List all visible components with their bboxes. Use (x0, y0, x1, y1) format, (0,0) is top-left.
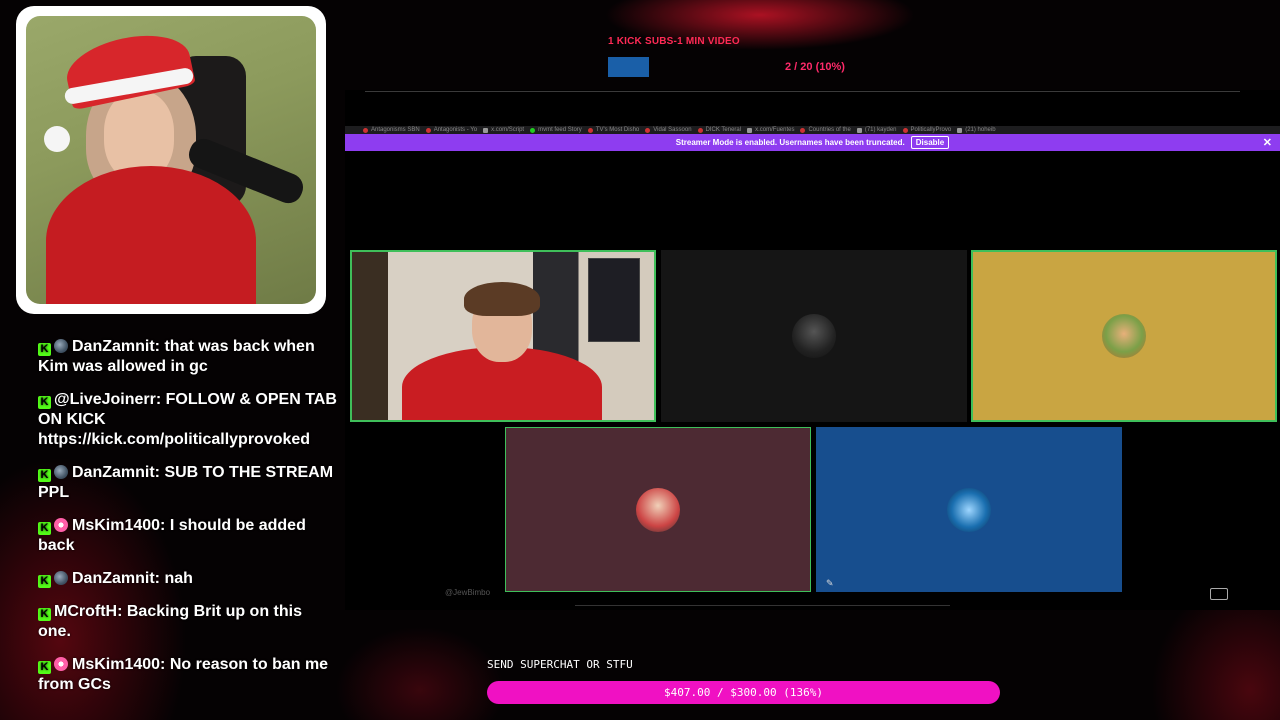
user-badge-icon (54, 518, 68, 532)
webcam-frame (16, 6, 326, 314)
youtube-icon (697, 127, 703, 133)
chat-message: K MsKim1400: I should be added back (38, 517, 306, 554)
chat-message: K MCroftH: Backing Brit up on this one. (38, 603, 302, 640)
kick-icon: K (38, 608, 51, 621)
sub-goal-progress-text: 2 / 20 (10%) (785, 61, 845, 73)
browser-tab-label: TV's Most Disho (595, 127, 640, 133)
browser-divider (365, 91, 1240, 92)
sub-goal-progress-fill (608, 57, 649, 77)
browser-tab[interactable]: Countries of the (800, 126, 851, 134)
kick-icon (530, 127, 536, 133)
youtube-icon (363, 127, 368, 133)
chat-username: DanZamnit (72, 464, 155, 481)
kick-icon: K (38, 469, 51, 482)
chat-message: K MsKim1400: No reason to ban me from GCs (38, 656, 329, 693)
user-badge-icon (54, 465, 68, 479)
chat-overlay: K DanZamnit: that was back when Kim was a… (38, 337, 338, 708)
voice-user-name: @JewBimbo (445, 588, 491, 597)
browser-tab-label: Vidal Sassoon (653, 127, 692, 133)
browser-tab-label: mvmt feed Story (538, 127, 582, 133)
chat-username: DanZamnit (72, 338, 155, 355)
chat-username: MsKim1400 (72, 517, 161, 534)
kick-icon: K (38, 575, 51, 588)
participant-tile[interactable] (816, 427, 1122, 592)
web-icon (902, 127, 908, 133)
browser-tab-label: x.com/Fuentes (755, 127, 795, 133)
browser-tab-label: (21) hoheib (965, 127, 996, 133)
participant-avatar (947, 487, 991, 532)
x-icon (957, 127, 963, 133)
superchat-goal-label: SEND SUPERCHAT OR STFU (487, 658, 633, 671)
fullscreen-icon[interactable] (1210, 588, 1228, 600)
superchat-goal-bar: $407.00 / $300.00 (136%) (487, 681, 1000, 704)
browser-tab[interactable]: mvmt feed Story (530, 126, 582, 134)
chat-message: K DanZamnit: nah (38, 569, 338, 589)
participant-tile-video[interactable] (350, 250, 656, 422)
kick-icon: K (38, 661, 51, 674)
kick-icon: K (38, 343, 51, 356)
x-icon (483, 127, 489, 133)
kick-icon: K (38, 396, 51, 409)
browser-tab[interactable]: DICK Teneral (697, 126, 742, 134)
participant-avatar (1102, 314, 1146, 358)
x-icon (856, 127, 862, 133)
kick-icon: K (38, 522, 51, 535)
browser-tab[interactable]: (21) hoheib (957, 126, 996, 134)
deafen-icon: ✎ (826, 578, 834, 588)
browser-tab-label: Antagonisms SBN (371, 127, 420, 133)
participant-avatar (792, 314, 836, 358)
browser-tab[interactable]: (71) kayden (856, 126, 897, 134)
browser-tab[interactable]: Vidal Sassoon (645, 126, 692, 134)
chat-username: MsKim1400 (72, 656, 161, 673)
participant-tile[interactable] (971, 250, 1277, 422)
disable-streamer-mode-button[interactable]: Disable (910, 136, 950, 149)
browser-tab-label: (71) kayden (864, 127, 897, 133)
call-controls-divider (575, 605, 950, 606)
streamer-mode-banner: Streamer Mode is enabled. Usernames have… (345, 134, 1280, 151)
browser-tab-label: x.com/Script (491, 127, 525, 133)
webcam-video (26, 16, 316, 304)
browser-tab[interactable]: PoliticallyProvo (902, 126, 952, 134)
web-icon (800, 127, 806, 133)
youtube-icon (587, 127, 593, 133)
sub-goal-title: 1 KICK SUBS-1 MIN VIDEO (608, 36, 740, 47)
chat-message: K DanZamnit: that was back when Kim was a… (38, 338, 315, 375)
browser-tab[interactable]: x.com/Fuentes (747, 126, 794, 134)
close-icon[interactable]: ✕ (1263, 136, 1272, 149)
participant-tile[interactable] (661, 250, 967, 422)
user-badge-icon (54, 339, 68, 353)
youtube-icon (645, 127, 651, 133)
browser-tab-label: DICK Teneral (705, 127, 742, 133)
superchat-goal-text: $407.00 / $300.00 (136%) (664, 686, 823, 699)
chat-text: nah (164, 570, 193, 587)
user-badge-icon (54, 657, 68, 671)
browser-tab[interactable]: Antagonisms SBN (363, 126, 420, 134)
browser-tab-label: PoliticallyProvo (910, 127, 952, 133)
chat-message: K @LiveJoinerr: FOLLOW & OPEN TAB ON KICK… (38, 391, 337, 448)
browser-tab[interactable]: Antagonists - Yo (425, 126, 478, 134)
chat-username: MCroftH (54, 603, 118, 620)
browser-tab[interactable]: TV's Most Disho (587, 126, 640, 134)
browser-tab-label: Countries of the (808, 127, 851, 133)
streamer-mode-message: Streamer Mode is enabled. Usernames have… (675, 138, 905, 147)
chat-message: K DanZamnit: SUB TO THE STREAM PPL (38, 464, 334, 501)
chat-username: DanZamnit (72, 570, 155, 587)
x-icon (747, 127, 753, 133)
participant-avatar (636, 487, 680, 532)
youtube-icon (425, 127, 431, 133)
chat-username: @LiveJoinerr (54, 391, 156, 408)
participant-tile[interactable] (505, 427, 811, 592)
browser-tab-strip: Antagonisms SBN Antagonists - Yo x.com/Scr… (345, 126, 1280, 134)
user-badge-icon (54, 571, 68, 585)
browser-tab-label: Antagonists - Yo (433, 127, 478, 133)
browser-tab[interactable]: x.com/Script (483, 126, 524, 134)
